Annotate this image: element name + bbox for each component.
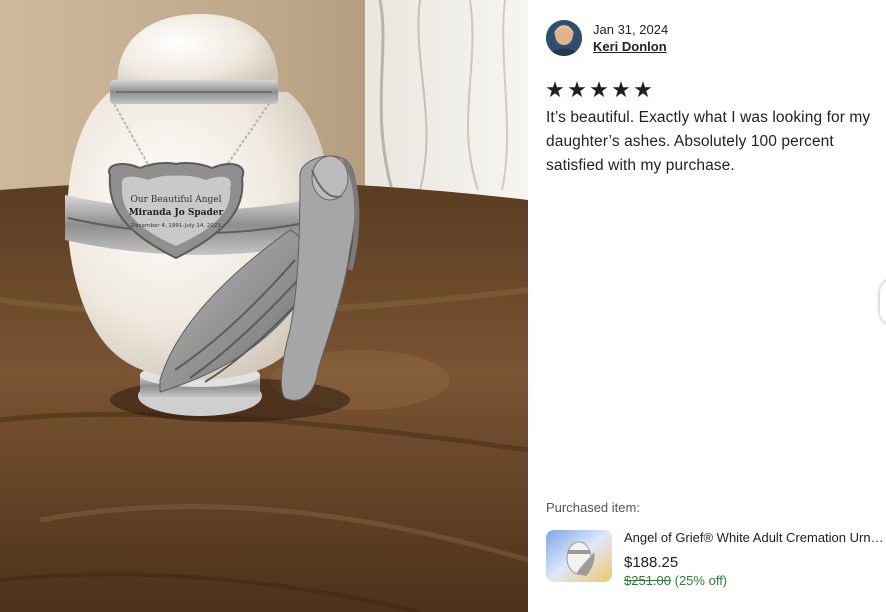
engraving-line-1: Our Beautiful Angel [130,195,221,205]
review-photo: Our Beautiful Angel Miranda Jo Spader De… [0,0,528,612]
next-arrow-button[interactable] [880,280,886,324]
urn-photo-illustration: Our Beautiful Angel Miranda Jo Spader De… [0,0,528,612]
purchased-item-thumbnail[interactable] [546,530,612,582]
star-icon: ★ [633,77,653,102]
engraving-line-2: Miranda Jo Spader [129,208,224,218]
reviewer-info: Jan 31, 2024 Keri Donlon [546,20,668,56]
original-price: $251.00 [624,573,671,588]
star-icon: ★ [567,77,587,102]
star-icon: ★ [611,77,631,102]
purchased-item-label: Purchased item: [546,500,640,515]
star-rating: ★ ★ ★ ★ ★ [545,79,653,101]
purchased-item-price: $188.25 [624,554,679,571]
avatar[interactable] [546,20,582,56]
review-panel: Jan 31, 2024 Keri Donlon ★ ★ ★ ★ ★ It’s … [528,0,886,612]
star-icon: ★ [545,77,565,102]
purchased-item-card[interactable]: Angel of Grief® White Adult Cremation Ur… [546,530,886,589]
discount-label: (25% off) [674,573,728,588]
purchased-item-title-link[interactable]: Angel of Grief® White Adult Cremation Ur… [624,530,886,546]
review-date: Jan 31, 2024 [593,21,669,37]
reviewer-name-link[interactable]: Keri Donlon [593,38,668,56]
review-text: It’s beautiful. Exactly what I was looki… [546,109,871,174]
engraving-line-3: December 4, 1991-July 14, 2023 [131,223,221,229]
star-icon: ★ [589,77,609,102]
